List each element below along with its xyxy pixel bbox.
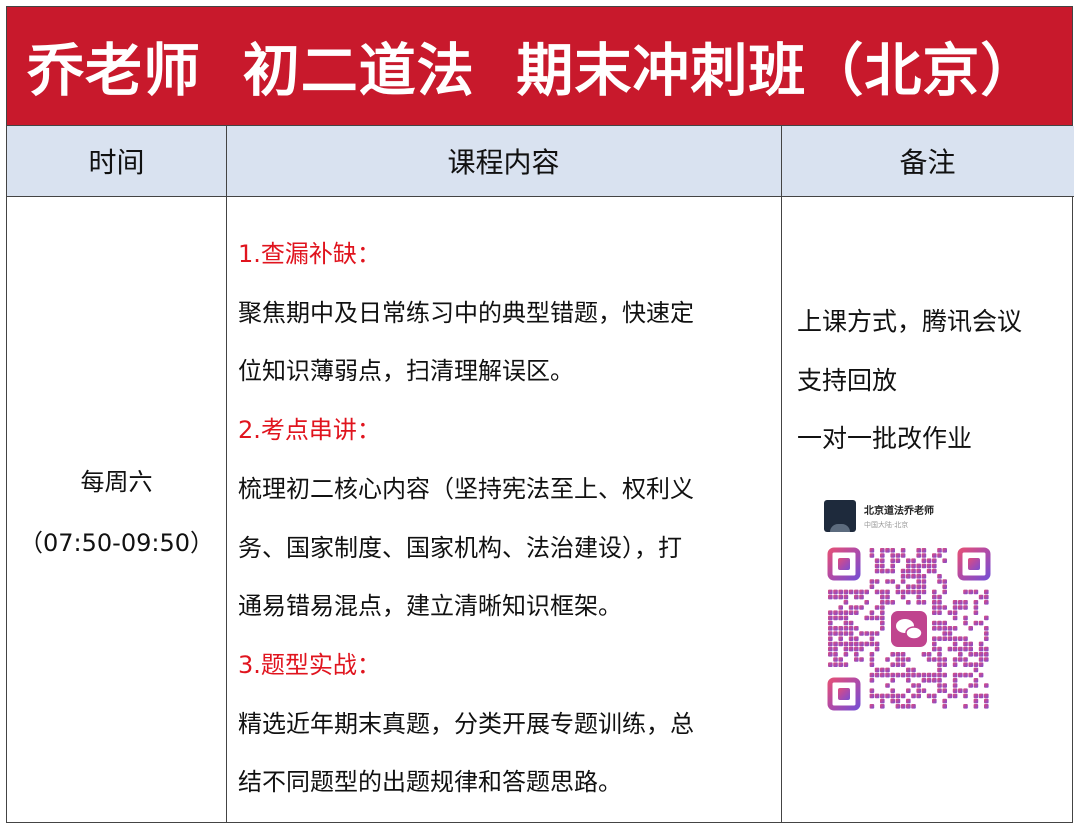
column-divider [226,126,227,822]
page-title: 乔老师 初二道法 期末冲刺班（北京） [27,38,1039,104]
column-divider [781,126,782,822]
note-line: 上课方式，腾讯会议 [797,307,1023,336]
time-cell: 每周六 （07:50-09:50） [7,462,226,584]
content-line: 位知识薄弱点，扫清理解误区。 [238,357,574,386]
wechat-name: 北京道法乔老师 [864,506,934,517]
wechat-logo-icon [888,608,930,650]
note-line: 支持回放 [797,365,898,395]
column-header-notes: 备注 [781,126,1074,197]
column-header-content: 课程内容 [226,126,781,197]
content-line: 通易错易混点，建立清晰知识框架。 [238,592,622,621]
schedule-table: 乔老师 初二道法 期末冲刺班（北京） 时间 课程内容 备注 每周六 （07:50… [6,6,1074,823]
title-banner: 乔老师 初二道法 期末冲刺班（北京） [7,7,1072,126]
notes-cell: 上课方式，腾讯会议 支持回放 一对一批改作业 [797,293,1022,469]
content-line: 聚焦期中及日常练习中的典型错题，快速定 [238,298,694,327]
qr-code-graphic [827,547,991,711]
wechat-card: 北京道法乔老师 中国大陆·北京 [824,500,994,716]
note-line: 一对一批改作业 [797,424,973,453]
time-day: 每周六 [80,468,153,496]
qr-code-icon[interactable] [826,546,994,716]
content-line: 结不同题型的出题规律和答题思路。 [238,768,622,797]
time-range: （07:50-09:50） [19,529,214,557]
content-section-heading: 1.查漏补缺： [238,240,381,268]
content-line: 务、国家制度、国家机构、法治建设），打 [238,533,682,562]
content-section-heading: 2.考点串讲： [238,416,381,445]
course-content-cell: 1.查漏补缺： 聚焦期中及日常练习中的典型错题，快速定 位知识薄弱点，扫清理解误区。… [238,225,768,812]
content-line: 梳理初二核心内容（坚持宪法至上、权利义 [238,474,694,503]
wechat-location: 中国大陆·北京 [864,521,909,529]
avatar [824,500,856,532]
content-line: 精选近年期末真题，分类开展专题训练，总 [238,709,694,738]
content-section-heading: 3.题型实战： [238,650,381,679]
column-header-time: 时间 [7,126,226,197]
